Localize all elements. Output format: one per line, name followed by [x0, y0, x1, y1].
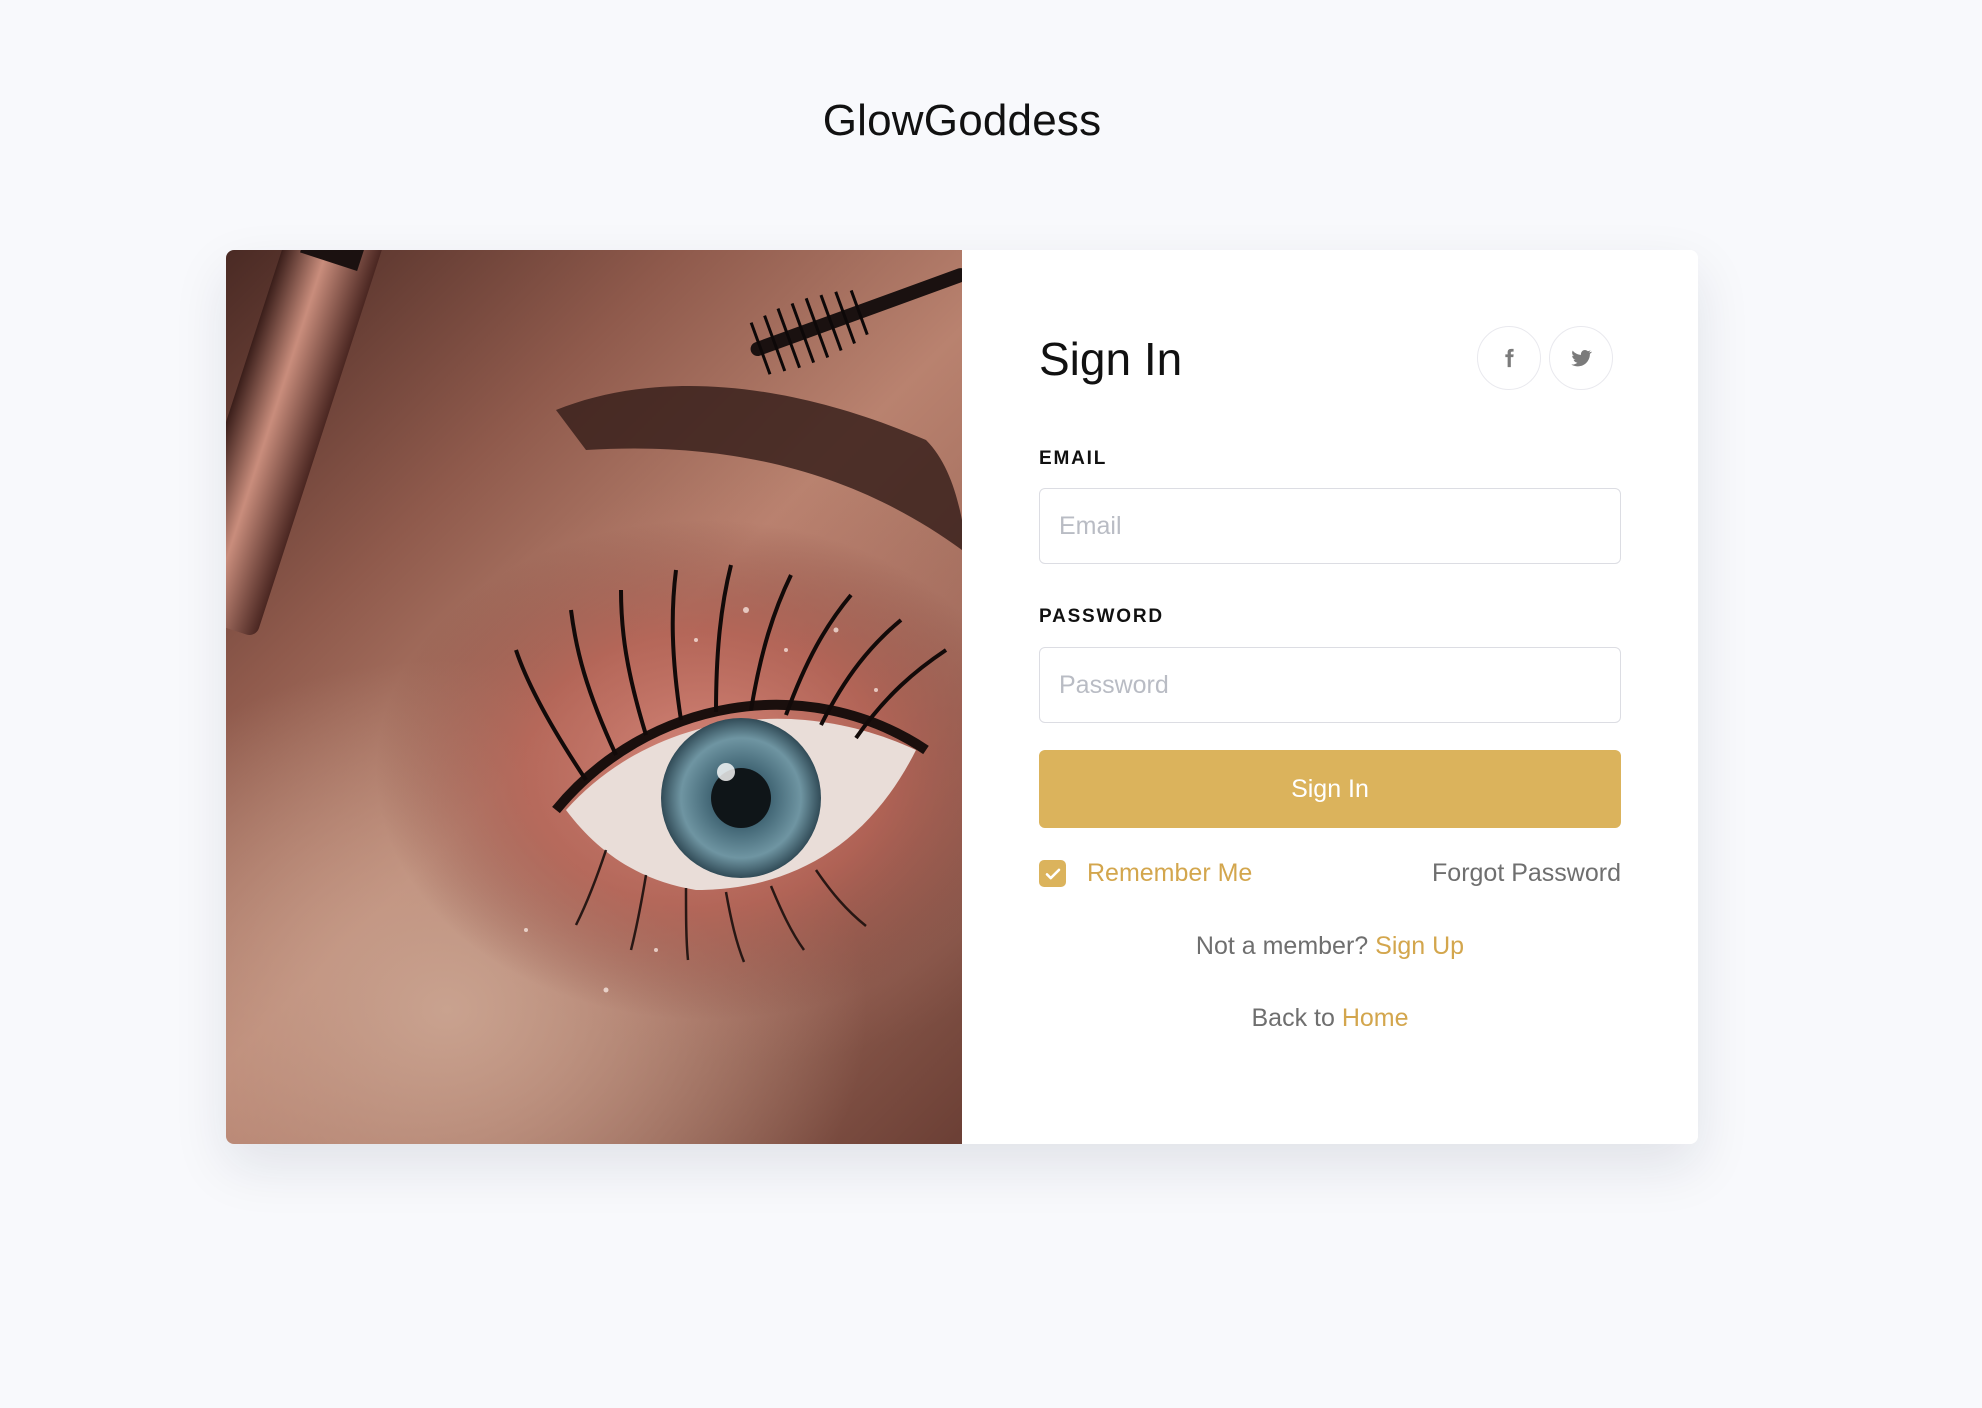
- email-input[interactable]: [1039, 488, 1621, 564]
- brand-title: GlowGoddess: [822, 96, 1102, 145]
- facebook-icon: [1505, 348, 1514, 368]
- home-link[interactable]: Home: [1342, 1004, 1409, 1032]
- twitter-icon: [1571, 350, 1592, 367]
- signin-card: Sign In EMAIL PASSWORD Sign In Remember …: [226, 250, 1698, 1144]
- signin-button[interactable]: Sign In: [1039, 750, 1621, 828]
- signup-prompt-text: Not a member?: [1195, 932, 1376, 960]
- signin-form: Sign In EMAIL PASSWORD Sign In Remember …: [962, 250, 1698, 1144]
- checkbox-checked[interactable]: [1039, 860, 1066, 887]
- password-label: PASSWORD: [1039, 606, 1164, 627]
- signup-link[interactable]: Sign Up: [1375, 932, 1464, 960]
- signup-prompt: Not a member? Sign Up: [1039, 932, 1621, 961]
- forgot-password-link[interactable]: Forgot Password: [1432, 859, 1621, 888]
- eye-makeup-illustration: [226, 250, 962, 1020]
- signin-title: Sign In: [1039, 333, 1183, 385]
- facebook-button[interactable]: [1477, 326, 1541, 390]
- twitter-button[interactable]: [1549, 326, 1613, 390]
- home-prompt: Back to Home: [1039, 1004, 1621, 1033]
- checkmark-icon: [1045, 868, 1060, 879]
- password-input[interactable]: [1039, 647, 1621, 723]
- hero-image: [226, 250, 962, 1144]
- email-label: EMAIL: [1039, 448, 1108, 469]
- home-prompt-text: Back to: [1251, 1004, 1342, 1032]
- remember-me-label[interactable]: Remember Me: [1087, 859, 1252, 888]
- remember-me-checkbox[interactable]: Remember Me: [1039, 859, 1252, 888]
